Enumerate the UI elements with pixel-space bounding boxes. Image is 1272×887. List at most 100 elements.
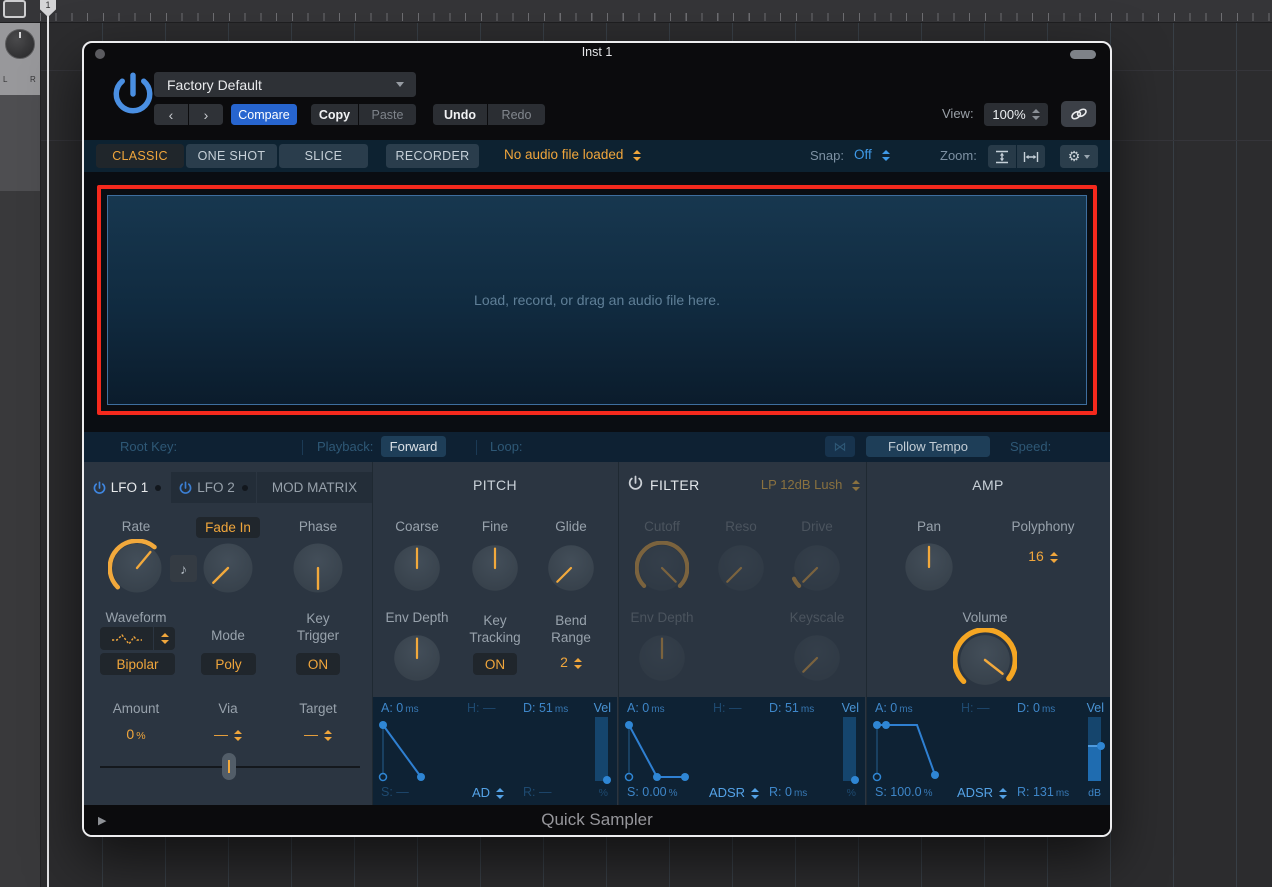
coarse-knob[interactable]	[390, 541, 444, 595]
key-tracking-button[interactable]: ON	[473, 653, 517, 675]
amount-slider-handle[interactable]	[222, 753, 236, 780]
loop-label: Loop:	[490, 439, 523, 454]
link-button[interactable]	[1061, 101, 1096, 127]
timeline-ruler[interactable]	[0, 0, 1272, 23]
snap-selector[interactable]: Off	[854, 147, 890, 162]
decay-value[interactable]: D: 51ms	[523, 701, 568, 715]
crossfade-icon[interactable]: ⋈	[825, 436, 855, 457]
redo-button[interactable]: Redo	[488, 104, 545, 125]
filter-env-depth-knob[interactable]	[635, 631, 689, 685]
window-resize-handle[interactable]	[1070, 50, 1096, 59]
fine-knob[interactable]	[468, 541, 522, 595]
via-label: Via	[190, 701, 266, 716]
vel-label: Vel	[842, 701, 859, 715]
tab-one-shot[interactable]: ONE SHOT	[186, 144, 277, 168]
attack-value[interactable]: A: 0ms	[381, 701, 419, 715]
phase-knob[interactable]	[289, 539, 347, 597]
reso-knob[interactable]	[714, 541, 768, 595]
pitch-env-depth-knob[interactable]	[390, 631, 444, 685]
snap-label: Snap:	[810, 148, 844, 163]
amount-value[interactable]: 0%	[98, 726, 174, 742]
previous-preset-button[interactable]: ‹	[154, 104, 188, 125]
envelope-curve[interactable]	[375, 717, 580, 783]
via-selector[interactable]: —	[190, 726, 266, 742]
track-header[interactable]: L R	[0, 23, 40, 95]
pan-knob-icon[interactable]	[5, 29, 35, 59]
velocity-bar[interactable]	[595, 717, 608, 781]
file-status-selector[interactable]: No audio file loaded	[504, 147, 641, 162]
paste-button[interactable]: Paste	[359, 104, 416, 125]
velocity-bar[interactable]	[843, 717, 856, 781]
fade-in-mode-button[interactable]: Fade In	[196, 517, 260, 538]
sustain-value[interactable]: S: 0.00%	[627, 785, 678, 799]
waveform-display-area: Load, record, or drag an audio file here…	[84, 172, 1110, 432]
window-menu-icon[interactable]	[3, 0, 26, 18]
file-status-text: No audio file loaded	[504, 147, 623, 162]
playback-mode-button[interactable]: Forward	[381, 436, 446, 457]
bend-range-selector[interactable]: 2	[533, 654, 609, 670]
waveform-dropdown[interactable]	[100, 627, 175, 650]
filter-power-button[interactable]	[628, 475, 643, 491]
rate-knob[interactable]	[108, 539, 166, 597]
release-value[interactable]: R: 0ms	[769, 785, 807, 799]
polyphony-selector[interactable]: 16	[999, 548, 1087, 564]
pan-knob[interactable]	[901, 539, 957, 595]
hold-value[interactable]: H: —	[961, 701, 989, 715]
envelope-curve[interactable]	[869, 717, 1074, 783]
tab-classic[interactable]: CLASSIC	[96, 144, 184, 168]
preset-dropdown[interactable]: Factory Default	[154, 72, 416, 97]
follow-tempo-button[interactable]: Follow Tempo	[866, 436, 990, 457]
sustain-value[interactable]: S: —	[381, 785, 409, 799]
tab-recorder[interactable]: RECORDER	[386, 144, 479, 168]
filter-type-selector[interactable]: LP 12dB Lush	[714, 477, 860, 492]
tab-mod-matrix[interactable]: MOD MATRIX	[257, 472, 372, 503]
rate-label: Rate	[98, 519, 174, 534]
playback-options-row: Root Key: Playback: Forward Loop: ⋈ Foll…	[84, 432, 1110, 464]
stepper-icon	[161, 633, 169, 644]
attack-value[interactable]: A: 0ms	[627, 701, 665, 715]
copy-button[interactable]: Copy	[311, 104, 358, 125]
track-header-lower	[0, 95, 40, 191]
dropzone-message: Load, record, or drag an audio file here…	[84, 292, 1110, 308]
release-value[interactable]: R: —	[523, 785, 551, 799]
drive-knob[interactable]	[790, 541, 844, 595]
glide-knob[interactable]	[544, 541, 598, 595]
attack-value[interactable]: A: 0ms	[875, 701, 913, 715]
action-menu-button[interactable]: ⚙	[1060, 145, 1098, 168]
key-trigger-button[interactable]: ON	[296, 653, 340, 675]
keyscale-label: Keyscale	[779, 610, 855, 625]
mode-tab-group: CLASSIC ONE SHOT SLICE	[96, 144, 368, 168]
volume-knob[interactable]	[953, 628, 1017, 692]
target-selector[interactable]: —	[280, 726, 356, 742]
fine-label: Fine	[457, 519, 533, 534]
hold-value[interactable]: H: —	[713, 701, 741, 715]
decay-value[interactable]: D: 51ms	[769, 701, 814, 715]
horizontal-zoom-button[interactable]	[1017, 145, 1045, 168]
cutoff-knob[interactable]	[635, 541, 689, 595]
compare-button[interactable]: Compare	[231, 104, 297, 125]
vel-label: Vel	[1087, 701, 1104, 715]
lfo-mode-button[interactable]: Poly	[201, 653, 256, 675]
fade-in-knob[interactable]	[199, 539, 257, 597]
hold-value[interactable]: H: —	[467, 701, 495, 715]
stepper-icon	[633, 150, 641, 161]
vertical-zoom-button[interactable]	[988, 145, 1016, 168]
stepper-icon	[999, 788, 1007, 799]
tab-slice[interactable]: SLICE	[279, 144, 368, 168]
undo-button[interactable]: Undo	[433, 104, 487, 125]
polarity-button[interactable]: Bipolar	[100, 653, 175, 675]
next-preset-button[interactable]: ›	[189, 104, 223, 125]
power-icon	[93, 481, 106, 495]
sustain-value[interactable]: S: 100.0%	[875, 785, 932, 799]
tab-lfo2[interactable]: LFO 2	[171, 472, 256, 503]
decay-value[interactable]: D: 0ms	[1017, 701, 1055, 715]
velocity-bar[interactable]	[1088, 717, 1101, 781]
rate-sync-note-button[interactable]: ♪	[170, 555, 197, 582]
view-zoom-stepper[interactable]: 100%	[984, 103, 1048, 126]
keyscale-knob[interactable]	[790, 631, 844, 685]
release-value[interactable]: R: 131ms	[1017, 785, 1069, 799]
tab-lfo1[interactable]: LFO 1	[84, 472, 170, 503]
envelope-curve[interactable]	[621, 717, 826, 783]
plugin-power-button[interactable]	[110, 71, 156, 117]
divider	[476, 440, 477, 455]
